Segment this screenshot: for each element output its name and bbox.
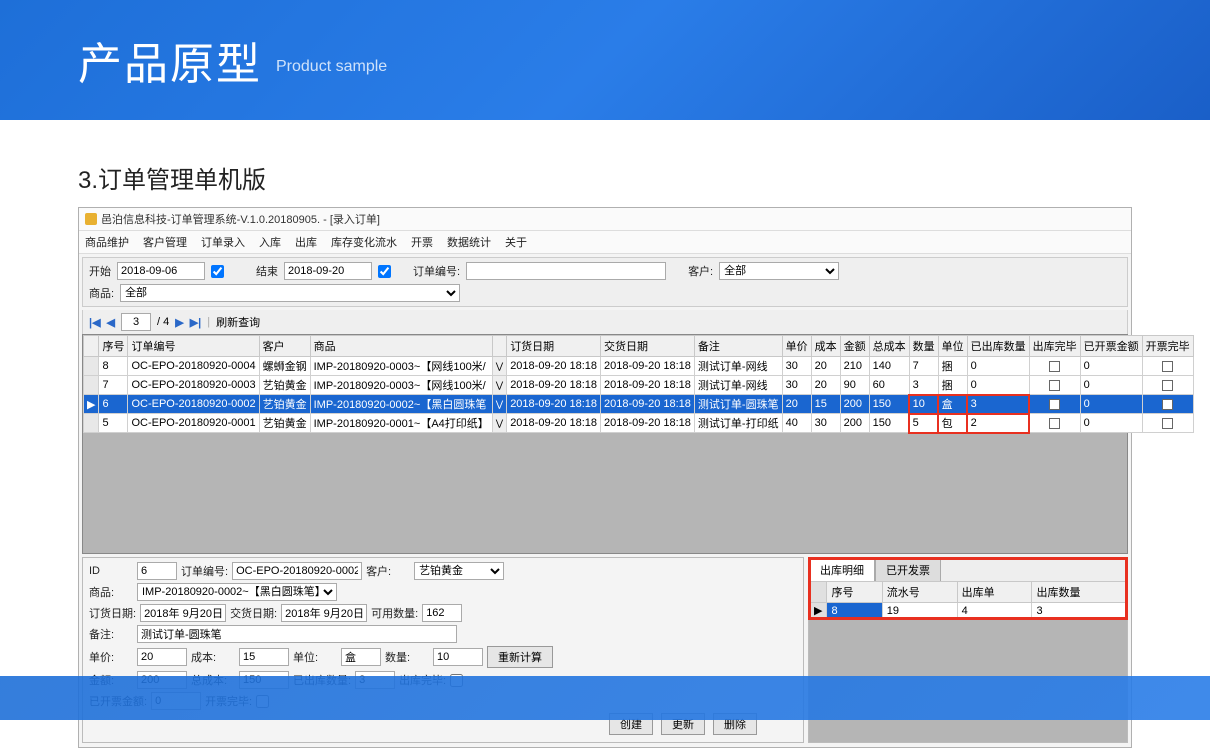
grid-header[interactable]: 总成本 bbox=[869, 336, 909, 357]
grid-header[interactable]: 单位 bbox=[938, 336, 967, 357]
grid-header[interactable]: 成本 bbox=[811, 336, 840, 357]
header-title-en: Product sample bbox=[276, 58, 387, 76]
menu-inbound[interactable]: 入库 bbox=[259, 234, 281, 250]
dh-out: 出库单 bbox=[957, 582, 1032, 603]
recalc-button[interactable]: 重新计算 bbox=[487, 646, 553, 668]
grid-header[interactable]: 客户 bbox=[259, 336, 310, 357]
tab-invoiced[interactable]: 已开发票 bbox=[875, 558, 941, 581]
grid-header[interactable]: 订单编号 bbox=[128, 336, 259, 357]
delivdate-input[interactable] bbox=[281, 604, 367, 622]
grid-header[interactable]: 已出库数量 bbox=[967, 336, 1029, 357]
grid-header[interactable]: 数量 bbox=[909, 336, 938, 357]
end-date-check[interactable] bbox=[378, 265, 391, 278]
product-label: 商品: bbox=[89, 584, 133, 600]
window-title: 邑泊信息科技-订单管理系统-V.1.0.20180905. - [录入订单] bbox=[101, 211, 380, 227]
pager-refresh-button[interactable]: 刷新查询 bbox=[216, 314, 260, 330]
grid-header[interactable]: 交货日期 bbox=[601, 336, 695, 357]
delivdate-label: 交货日期: bbox=[230, 605, 277, 621]
grid-header[interactable]: 开票完毕 bbox=[1142, 336, 1193, 357]
grid-header[interactable]: 订货日期 bbox=[507, 336, 601, 357]
title-bar: 邑泊信息科技-订单管理系统-V.1.0.20180905. - [录入订单] bbox=[79, 208, 1131, 231]
unit-label: 单位: bbox=[293, 649, 337, 665]
app-icon bbox=[85, 213, 97, 225]
grid-header[interactable]: 序号 bbox=[99, 336, 128, 357]
pager-page-input[interactable] bbox=[121, 313, 151, 331]
pager-next-icon[interactable]: ▶ bbox=[175, 316, 183, 329]
detail-row[interactable]: ▶ 8 19 4 3 bbox=[810, 603, 1127, 619]
customer-filter-label: 客户: bbox=[688, 263, 713, 279]
menu-order-entry[interactable]: 订单录入 bbox=[201, 234, 245, 250]
remark-input[interactable] bbox=[137, 625, 457, 643]
unit-input[interactable] bbox=[341, 648, 381, 666]
start-date-input[interactable] bbox=[117, 262, 205, 280]
grid-header[interactable]: 商品 bbox=[310, 336, 492, 357]
cost-input[interactable] bbox=[239, 648, 289, 666]
orderno-input[interactable] bbox=[232, 562, 362, 580]
product-filter-select[interactable]: 全部 bbox=[120, 284, 460, 302]
pager-last-icon[interactable]: ▶| bbox=[190, 316, 202, 329]
grid-row[interactable]: 8OC-EPO-20180920-0004螺蛳金钢IMP-20180920-00… bbox=[84, 357, 1194, 376]
customer-filter-select[interactable]: 全部 bbox=[719, 262, 839, 280]
cost-label: 成本: bbox=[191, 649, 235, 665]
pager-total: / 4 bbox=[157, 316, 169, 328]
pager: |◀ ◀ / 4 ▶ ▶| | 刷新查询 bbox=[82, 310, 1128, 334]
orderno-filter-input[interactable] bbox=[466, 262, 666, 280]
orderno-label: 订单编号: bbox=[181, 563, 228, 579]
order-grid[interactable]: 序号订单编号客户商品订货日期交货日期备注单价成本金额总成本数量单位已出库数量出库… bbox=[82, 334, 1128, 554]
remark-label: 备注: bbox=[89, 626, 133, 642]
menu-stats[interactable]: 数据统计 bbox=[447, 234, 491, 250]
grid-header[interactable]: 出库完毕 bbox=[1029, 336, 1080, 357]
id-input[interactable] bbox=[137, 562, 177, 580]
grid-row[interactable]: 7OC-EPO-20180920-0003艺铂黄金IMP-20180920-00… bbox=[84, 376, 1194, 395]
avail-label: 可用数量: bbox=[371, 605, 418, 621]
orderdate-input[interactable] bbox=[140, 604, 226, 622]
orderno-filter-label: 订单编号: bbox=[413, 263, 460, 279]
end-date-input[interactable] bbox=[284, 262, 372, 280]
product-filter-label: 商品: bbox=[89, 285, 114, 301]
customer-select[interactable]: 艺铂黄金 bbox=[414, 562, 504, 580]
menu-bar: 商品维护 客户管理 订单录入 入库 出库 库存变化流水 开票 数据统计 关于 bbox=[79, 231, 1131, 254]
end-date-label: 结束 bbox=[256, 263, 278, 279]
grid-row[interactable]: ▶6OC-EPO-20180920-0002艺铂黄金IMP-20180920-0… bbox=[84, 395, 1194, 414]
menu-outbound[interactable]: 出库 bbox=[295, 234, 317, 250]
id-label: ID bbox=[89, 565, 133, 577]
dh-qty: 出库数量 bbox=[1032, 582, 1127, 603]
qty-label: 数量: bbox=[385, 649, 429, 665]
grid-header[interactable]: 已开票金额 bbox=[1080, 336, 1142, 357]
start-date-label: 开始 bbox=[89, 263, 111, 279]
price-input[interactable] bbox=[137, 648, 187, 666]
grid-header[interactable]: 单价 bbox=[782, 336, 811, 357]
menu-product[interactable]: 商品维护 bbox=[85, 234, 129, 250]
menu-invoice[interactable]: 开票 bbox=[411, 234, 433, 250]
pager-first-icon[interactable]: |◀ bbox=[89, 316, 101, 329]
app-window: 邑泊信息科技-订单管理系统-V.1.0.20180905. - [录入订单] 商… bbox=[78, 207, 1132, 748]
header-title-cn: 产品原型 bbox=[78, 28, 262, 92]
price-label: 单价: bbox=[89, 649, 133, 665]
pager-prev-icon[interactable]: ◀ bbox=[107, 316, 115, 329]
start-date-check[interactable] bbox=[211, 265, 224, 278]
customer-label: 客户: bbox=[366, 563, 410, 579]
qty-input[interactable] bbox=[433, 648, 483, 666]
menu-about[interactable]: 关于 bbox=[505, 234, 527, 250]
orderdate-label: 订货日期: bbox=[89, 605, 136, 621]
slide-header: 产品原型 Product sample bbox=[0, 0, 1210, 120]
product-select[interactable]: IMP-20180920-0002~【黑白圆珠笔】 bbox=[137, 583, 337, 601]
filter-panel: 开始 结束 订单编号: 客户: 全部 商品: 全部 bbox=[82, 257, 1128, 307]
detail-grid[interactable]: 序号 流水号 出库单 出库数量 ▶ 8 19 4 3 bbox=[809, 581, 1127, 619]
grid-row[interactable]: 5OC-EPO-20180920-0001艺铂黄金IMP-20180920-00… bbox=[84, 414, 1194, 433]
grid-header[interactable]: 金额 bbox=[840, 336, 869, 357]
grid-header[interactable] bbox=[492, 336, 506, 357]
tab-outbound-detail[interactable]: 出库明细 bbox=[809, 558, 875, 581]
menu-stock-flow[interactable]: 库存变化流水 bbox=[331, 234, 397, 250]
dh-flow: 流水号 bbox=[882, 582, 957, 603]
slide-footer bbox=[0, 676, 1210, 720]
menu-customer[interactable]: 客户管理 bbox=[143, 234, 187, 250]
grid-header[interactable]: 备注 bbox=[694, 336, 782, 357]
avail-input[interactable] bbox=[422, 604, 462, 622]
section-title: 3.订单管理单机版 bbox=[78, 160, 1132, 195]
dh-seq: 序号 bbox=[827, 582, 882, 603]
